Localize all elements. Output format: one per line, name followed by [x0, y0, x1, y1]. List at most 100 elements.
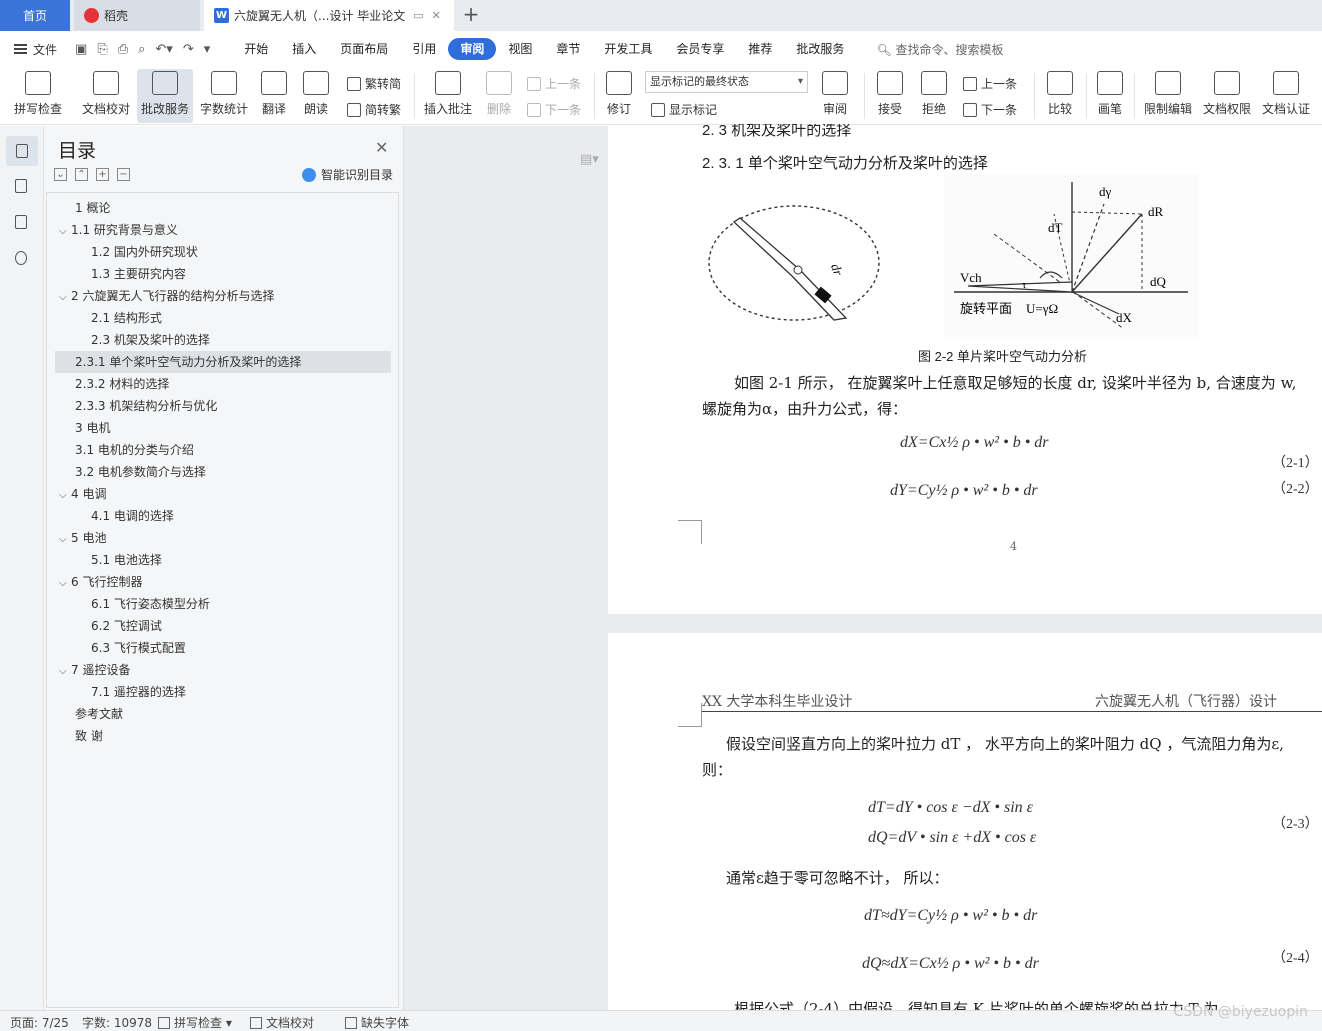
toc-item[interactable]: ⌵ 2 六旋翼无人飞行器的结构分析与选择	[59, 285, 274, 307]
menu-tab[interactable]: 开始	[232, 38, 280, 60]
collapse-all-icon[interactable]: ⌄	[54, 168, 67, 181]
menu-tab[interactable]: 推荐	[736, 38, 784, 60]
toc-item[interactable]: ⌵ 7 遥控设备	[59, 659, 130, 681]
toc-item[interactable]: 1 概论	[75, 197, 110, 219]
redo-icon[interactable]: ↷	[183, 42, 194, 57]
bookmark-icon[interactable]	[11, 212, 31, 232]
tab-close-icon[interactable]: ✕	[432, 9, 441, 22]
toc-panel-icon[interactable]	[6, 136, 38, 166]
review-pane-button[interactable]: 审阅	[815, 69, 855, 123]
print-icon[interactable]: ⎙	[118, 42, 128, 57]
tab-monitor-icon[interactable]: ▭	[413, 9, 423, 22]
tab-daoke-label: 稻壳	[104, 9, 129, 23]
menu-tab[interactable]: 审阅	[448, 38, 497, 60]
accept-button[interactable]: 接受	[870, 69, 910, 123]
menu-tab[interactable]: 插入	[280, 38, 328, 60]
menu-tab[interactable]: 视图	[496, 38, 544, 60]
prev-change-button[interactable]: 上一条	[963, 75, 1017, 92]
tab-document[interactable]: W 六旋翼无人机（...设计 毕业论文 ▭ ✕	[204, 0, 454, 31]
toc-item[interactable]: 5.1 电池选择	[91, 549, 162, 571]
undo-icon[interactable]: ↶▾	[155, 42, 172, 57]
markup-state-select[interactable]: 显示标记的最终状态	[645, 71, 808, 93]
chevron-down-icon[interactable]: ⌵	[59, 661, 71, 683]
chevron-down-icon[interactable]: ⌵	[59, 287, 71, 309]
tab-home[interactable]: 首页	[0, 0, 70, 31]
toc-item[interactable]: 2.3 机架及桨叶的选择	[91, 329, 210, 351]
chapter-nav-icon[interactable]	[11, 176, 31, 196]
delete-comment-button[interactable]: 删除	[480, 69, 518, 123]
toc-item[interactable]: 7.1 遥控器的选择	[91, 681, 186, 703]
chevron-down-icon[interactable]: ⌵	[59, 221, 71, 243]
add-heading-icon[interactable]: +	[96, 168, 109, 181]
toc-item[interactable]: 4.1 电调的选择	[91, 505, 174, 527]
correction-service-button[interactable]: 批改服务	[137, 69, 193, 123]
toc-item[interactable]: 3.1 电机的分类与介绍	[75, 439, 194, 461]
translate-button[interactable]: 翻译	[255, 69, 293, 123]
new-tab-button[interactable]: +	[460, 4, 482, 26]
toc-item[interactable]: ⌵ 4 电调	[59, 483, 106, 505]
toc-item[interactable]: ⌵ 6 飞行控制器	[59, 571, 142, 593]
save-icon[interactable]: ▣	[75, 42, 87, 57]
toc-item[interactable]: 2.1 结构形式	[91, 307, 162, 329]
toc-close-icon[interactable]: ✕	[375, 138, 388, 157]
export-pdf-icon[interactable]: ⎘	[97, 42, 107, 57]
tab-daoke[interactable]: 稻壳	[74, 0, 200, 31]
word-count-indicator[interactable]: 字数: 10978	[82, 1014, 152, 1031]
menu-tab[interactable]: 引用	[400, 38, 448, 60]
print-preview-icon[interactable]: ⌕	[138, 42, 145, 57]
word-count-button[interactable]: 字数统计	[197, 69, 251, 123]
track-changes-label: 修订	[606, 102, 631, 116]
toc-item[interactable]: 参考文献	[75, 703, 123, 725]
chevron-down-icon[interactable]: ⌵	[59, 485, 71, 507]
status-missing-font[interactable]: 缺失字体	[345, 1014, 409, 1031]
command-search[interactable]: 🔍︎ 查找命令、搜索模板	[876, 41, 1003, 58]
toc-item[interactable]: 2.3.1 单个桨叶空气动力分析及桨叶的选择	[55, 351, 391, 373]
status-proofread[interactable]: 文档校对	[250, 1014, 314, 1031]
next-change-button[interactable]: 下一条	[963, 101, 1017, 118]
restrict-editing-button[interactable]: 限制编辑	[1140, 69, 1196, 123]
compare-button[interactable]: 比较	[1040, 69, 1080, 123]
reject-button[interactable]: 拒绝	[914, 69, 954, 123]
insert-comment-button[interactable]: 插入批注	[420, 69, 476, 123]
toc-item[interactable]: 1.2 国内外研究现状	[91, 241, 198, 263]
proofread-button[interactable]: 文档校对	[78, 69, 134, 123]
toc-item[interactable]: 2.3.3 机架结构分析与优化	[75, 395, 217, 417]
menu-tab[interactable]: 章节	[544, 38, 592, 60]
page-indicator[interactable]: 页面: 7/25	[10, 1014, 69, 1031]
toc-item[interactable]: 6.2 飞控调试	[91, 615, 162, 637]
doc-certify-button[interactable]: 文档认证	[1258, 69, 1314, 123]
toc-item[interactable]: 2.3.2 材料的选择	[75, 373, 169, 395]
track-changes-button[interactable]: 修订	[600, 69, 638, 123]
doc-permission-button[interactable]: 文档权限	[1199, 69, 1255, 123]
pen-button[interactable]: 画笔	[1092, 69, 1128, 123]
file-menu[interactable]: 文件	[14, 41, 57, 58]
menu-tab[interactable]: 批改服务	[784, 38, 856, 60]
expand-all-icon[interactable]: ⌃	[75, 168, 88, 181]
menu-tab[interactable]: 会员专享	[664, 38, 736, 60]
trad-to-simp-button[interactable]: 繁转简	[347, 75, 401, 92]
next-comment-button[interactable]: 下一条	[527, 101, 581, 118]
read-aloud-button[interactable]: 朗读	[297, 69, 335, 123]
chevron-down-icon[interactable]: ⌵	[59, 529, 71, 551]
toc-item[interactable]: ⌵ 5 电池	[59, 527, 106, 549]
toc-item[interactable]: 致 谢	[75, 725, 103, 747]
toc-item[interactable]: 6.3 飞行模式配置	[91, 637, 186, 659]
menu-tab[interactable]: 开发工具	[592, 38, 664, 60]
toc-item[interactable]: ⌵ 1.1 研究背景与意义	[59, 219, 178, 241]
show-markup-button[interactable]: 显示标记	[651, 101, 717, 118]
customize-icon[interactable]: ▾	[204, 42, 211, 57]
menu-tab[interactable]: 页面布局	[328, 38, 400, 60]
smart-toc-button[interactable]: 智能识别目录	[302, 166, 393, 183]
chevron-down-icon[interactable]: ⌵	[59, 573, 71, 595]
remove-heading-icon[interactable]: −	[117, 168, 130, 181]
toc-item[interactable]: 1.3 主要研究内容	[91, 263, 186, 285]
simp-to-trad-button[interactable]: 简转繁	[347, 101, 401, 118]
find-icon[interactable]	[11, 248, 31, 268]
toc-item[interactable]: 6.1 飞行姿态模型分析	[91, 593, 210, 615]
page-side-icon[interactable]: ▤▾	[580, 152, 599, 167]
prev-comment-button[interactable]: 上一条	[527, 75, 581, 92]
toc-item[interactable]: 3.2 电机参数简介与选择	[75, 461, 206, 483]
toc-item[interactable]: 3 电机	[75, 417, 110, 439]
status-spell-check[interactable]: 拼写检查 ▾	[158, 1014, 232, 1031]
spell-check-button[interactable]: 拼写检查	[8, 69, 68, 123]
